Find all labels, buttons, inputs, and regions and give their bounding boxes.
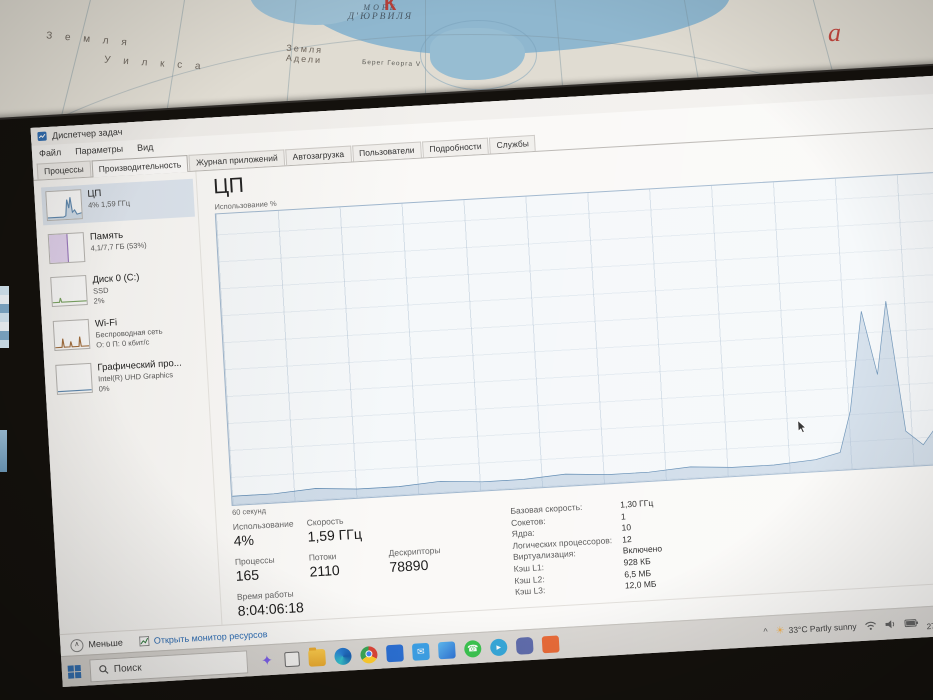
cpu-heading: ЦП — [212, 173, 245, 199]
unknown-app-icon[interactable] — [541, 634, 560, 653]
battery-icon[interactable] — [904, 619, 919, 628]
map-red-letter-a: а — [828, 18, 841, 47]
sidebar-item-text: ЦП 4% 1,59 ГГц — [87, 186, 130, 210]
search-icon — [99, 665, 109, 674]
menu-view[interactable]: Вид — [137, 141, 154, 152]
performance-sidebar: ЦП 4% 1,59 ГГц Память 4,1/7,7 ГБ (53%) Д… — [33, 171, 223, 635]
telegram-icon[interactable]: ▸ — [489, 637, 508, 656]
sidebar-item-text: Графический про... Intel(R) UHD Graphics… — [97, 358, 183, 394]
open-resource-monitor-label: Открыть монитор ресурсов — [153, 629, 268, 646]
map-label-sea-name: МОРЕ Д'ЮРВИЛЯ — [348, 3, 414, 22]
wifi-mini-graph — [52, 318, 91, 351]
task-manager-window: Диспетчер задач Файл Параметры Вид Проце… — [30, 68, 933, 658]
uptime-value: 8:04:06:18 — [237, 599, 305, 619]
taskbar-search[interactable]: Поиск — [89, 649, 249, 682]
sidebar-item-gpu[interactable]: Графический про... Intel(R) UHD Graphics… — [51, 352, 205, 400]
tab-processes[interactable]: Процессы — [36, 160, 92, 180]
gpu-mini-graph — [55, 362, 93, 395]
laptop-screen: Диспетчер задач Файл Параметры Вид Проце… — [30, 68, 933, 688]
sidebar-cpu-sub: 4% 1,59 ГГц — [87, 198, 131, 210]
laptop-bezel: Диспетчер задач Файл Параметры Вид Проце… — [0, 56, 933, 700]
open-resource-monitor-link[interactable]: Открыть монитор ресурсов — [138, 629, 268, 647]
fewer-details-label: Меньше — [88, 637, 124, 650]
sidebar-disk-sub2: 2% — [93, 295, 105, 306]
cpu-stats-right: Базовая скорость: 1,30 ГГц Сокетов: 1 Яд… — [510, 497, 665, 603]
weather-text: 33°C Partly sunny — [788, 621, 857, 636]
map-label-wilkes-land-2: У и л к с а — [103, 54, 206, 73]
whatsapp-icon[interactable]: ☎ — [463, 639, 482, 658]
search-label: Поиск — [113, 661, 142, 675]
chevron-up-icon: ∧ — [70, 638, 84, 653]
windows-logo-icon — [67, 664, 82, 679]
mouse-cursor — [796, 419, 807, 433]
usage-value: 4% — [233, 531, 255, 549]
weather-widget[interactable]: ☀ 33°C Partly sunny — [775, 621, 857, 637]
threads-value: 2110 — [309, 561, 341, 580]
sidebar-item-text: Память 4,1/7,7 ГБ (53%) — [90, 228, 147, 253]
map-red-letter-k: К — [384, 0, 397, 15]
map-label-wilkes-land-1: З е м л я — [45, 30, 133, 49]
cpu-panel: ЦП 12th Gen Intel(R) Core(TM Использован… — [196, 122, 933, 625]
sidebar-memory-sub: 4,1/7,7 ГБ (53%) — [90, 240, 147, 253]
edge-icon[interactable] — [334, 646, 352, 665]
disk-mini-graph — [50, 274, 88, 308]
poster-edge-left-2 — [0, 430, 7, 472]
sidebar-item-text: Диск 0 (C:) SSD 2% — [92, 272, 141, 306]
memory-mini-graph — [47, 232, 86, 265]
sun-icon: ☀ — [775, 624, 785, 637]
mail-icon[interactable]: ✉ — [411, 642, 430, 661]
start-button[interactable] — [67, 664, 82, 679]
file-explorer-icon[interactable] — [308, 648, 326, 667]
task-manager-app-icon — [37, 131, 47, 141]
window-title: Диспетчер задач — [51, 126, 123, 141]
poster-edge-left — [0, 286, 9, 348]
cpu-usage-plot — [216, 166, 933, 505]
clock-date: 27.07.2023 — [926, 619, 933, 632]
task-view-icon[interactable] — [284, 650, 300, 667]
photo-of-laptop-scene: МОРЕ Д'ЮРВИЛЯ Земля Адели З е м л я У и … — [0, 0, 933, 700]
speed-value: 1,59 ГГц — [307, 525, 363, 545]
sidebar-item-disk[interactable]: Диск 0 (C:) SSD 2% — [46, 265, 200, 313]
menu-file[interactable]: Файл — [39, 147, 62, 158]
chrome-icon[interactable] — [359, 645, 378, 664]
microsoft-store-icon[interactable] — [385, 643, 404, 662]
taskbar-clock[interactable]: 18:04 27.07.2023 — [926, 610, 933, 631]
processes-value: 165 — [235, 566, 260, 584]
menu-options[interactable]: Параметры — [75, 143, 123, 156]
wifi-icon[interactable] — [864, 620, 877, 631]
photos-icon[interactable] — [437, 640, 456, 659]
tab-services[interactable]: Службы — [489, 134, 537, 154]
performance-tab-body: ЦП 4% 1,59 ГГц Память 4,1/7,7 ГБ (53%) Д… — [33, 122, 933, 635]
cpu-stats-left: Использование Скорость 4% 1,59 ГГц Проце… — [233, 508, 484, 620]
cpu-usage-graph[interactable] — [214, 165, 933, 507]
volume-icon[interactable] — [884, 619, 897, 630]
cpu-mini-graph — [45, 189, 83, 222]
sidebar-item-memory[interactable]: Память 4,1/7,7 ГБ (53%) — [43, 222, 197, 269]
fewer-details-toggle[interactable]: ∧ Меньше — [70, 636, 124, 653]
map-label-adelie-land: Земля Адели — [285, 42, 324, 66]
sidebar-item-text: Wi-Fi Беспроводная сеть О: 0 П: 0 кбит/с — [95, 315, 164, 350]
tray-chevron-up-icon[interactable]: ^ — [763, 626, 768, 636]
resource-monitor-icon — [138, 636, 150, 647]
copilot-icon[interactable]: ✦ — [258, 651, 276, 669]
sidebar-item-cpu[interactable]: ЦП 4% 1,59 ГГц — [41, 178, 195, 226]
clock-time: 18:04 — [926, 610, 933, 622]
discord-icon[interactable] — [515, 636, 534, 655]
sidebar-item-wifi[interactable]: Wi-Fi Беспроводная сеть О: 0 П: 0 кбит/с — [49, 308, 203, 356]
